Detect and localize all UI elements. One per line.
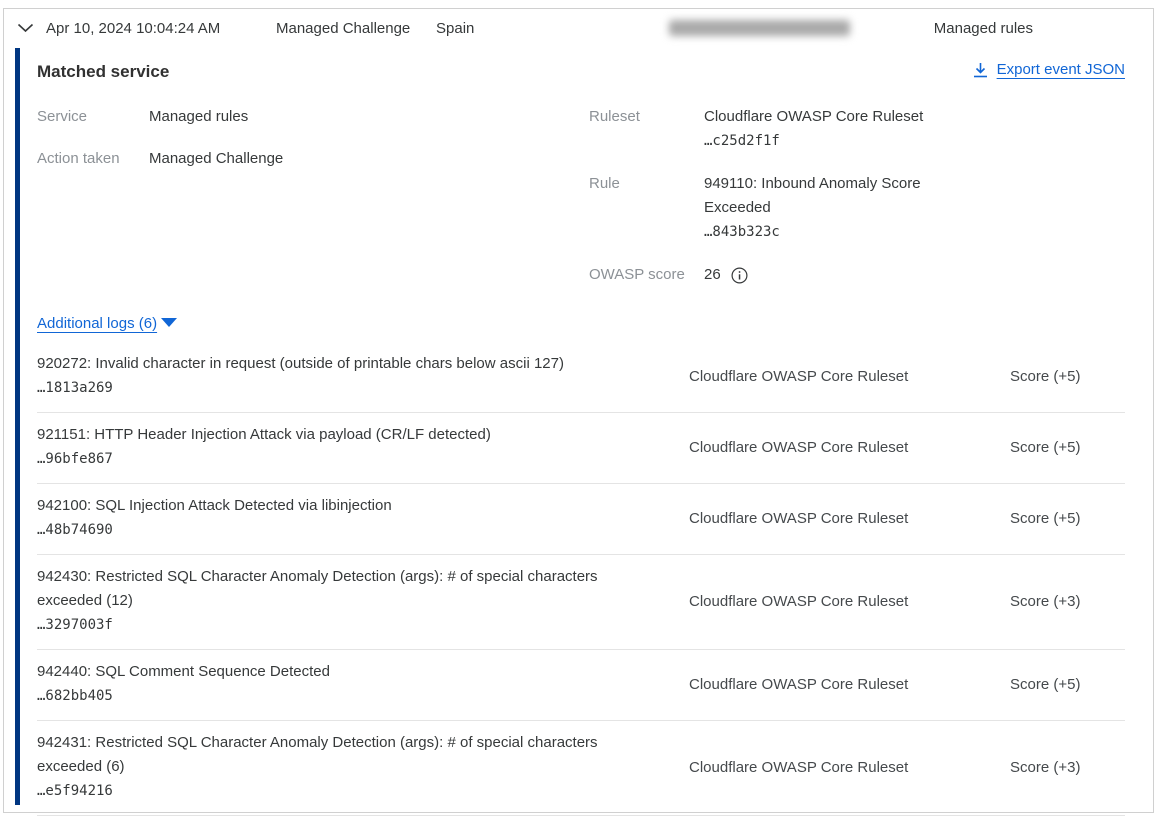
log-score: Score (+3) [1010, 593, 1125, 610]
log-ruleset: Cloudflare OWASP Core Ruleset [689, 510, 939, 527]
log-score: Score (+5) [1010, 368, 1125, 385]
log-description: 942431: Restricted SQL Character Anomaly… [37, 731, 622, 779]
field-rule-label: Rule [589, 172, 704, 245]
field-ruleset-label: Ruleset [589, 105, 704, 154]
event-timestamp: Apr 10, 2024 10:04:24 AM [46, 20, 276, 37]
download-icon [973, 62, 988, 78]
log-description: 921151: HTTP Header Injection Attack via… [37, 423, 622, 447]
event-service: Managed rules [934, 20, 1033, 37]
log-hash: …48b74690 [37, 518, 637, 543]
log-description: 920272: Invalid character in request (ou… [37, 352, 622, 376]
event-country: Spain [436, 20, 669, 37]
event-detail-panel: Matched service Export event JSON Servic… [4, 47, 1153, 813]
log-hash: …1813a269 [37, 376, 637, 401]
expand-toggle[interactable] [4, 23, 46, 33]
field-owasp-score: OWASP score 26 [589, 263, 1125, 287]
log-row: 942100: SQL Injection Attack Detected vi… [37, 484, 1125, 555]
log-description: 942440: SQL Comment Sequence Detected [37, 660, 622, 684]
field-ruleset-hash: …c25d2f1f [704, 129, 923, 154]
field-action-taken: Action taken Managed Challenge [37, 147, 589, 171]
log-description: 942100: SQL Injection Attack Detected vi… [37, 494, 622, 518]
field-ruleset: Ruleset Cloudflare OWASP Core Ruleset …c… [589, 105, 1125, 154]
log-ruleset: Cloudflare OWASP Core Ruleset [689, 368, 939, 385]
log-score: Score (+3) [1010, 759, 1125, 776]
log-score: Score (+5) [1010, 439, 1125, 456]
field-owasp-score-label: OWASP score [589, 263, 704, 287]
log-row: 942430: Restricted SQL Character Anomaly… [37, 555, 1125, 650]
log-score: Score (+5) [1010, 676, 1125, 693]
log-ruleset: Cloudflare OWASP Core Ruleset [689, 593, 939, 610]
firewall-event-card: Apr 10, 2024 10:04:24 AM Managed Challen… [3, 8, 1154, 813]
accent-bar [15, 48, 20, 805]
chevron-down-icon [17, 23, 34, 33]
field-ruleset-value: Cloudflare OWASP Core Ruleset [704, 105, 923, 129]
field-rule-value: 949110: Inbound Anomaly Score Exceeded [704, 172, 942, 220]
log-hash: …3297003f [37, 613, 637, 638]
caret-down-icon[interactable] [161, 318, 177, 327]
field-action-taken-value: Managed Challenge [149, 147, 283, 171]
log-row: 921151: HTTP Header Injection Attack via… [37, 413, 1125, 484]
event-row-header[interactable]: Apr 10, 2024 10:04:24 AM Managed Challen… [4, 9, 1153, 47]
log-row: 942431: Restricted SQL Character Anomaly… [37, 721, 1125, 816]
additional-logs-list: 920272: Invalid character in request (ou… [37, 342, 1125, 816]
log-ruleset: Cloudflare OWASP Core Ruleset [689, 759, 939, 776]
field-rule: Rule 949110: Inbound Anomaly Score Excee… [589, 172, 1125, 245]
log-row: 942440: SQL Comment Sequence Detected …6… [37, 650, 1125, 721]
log-ruleset: Cloudflare OWASP Core Ruleset [689, 439, 939, 456]
log-hash: …96bfe867 [37, 447, 637, 472]
export-event-json-link[interactable]: Export event JSON [973, 59, 1125, 78]
event-action: Managed Challenge [276, 20, 436, 37]
field-action-taken-label: Action taken [37, 147, 149, 171]
log-description: 942430: Restricted SQL Character Anomaly… [37, 565, 622, 613]
log-score: Score (+5) [1010, 510, 1125, 527]
log-hash: …682bb405 [37, 684, 637, 709]
field-rule-hash: …843b323c [704, 220, 942, 245]
panel-title: Matched service [37, 59, 169, 82]
field-service-label: Service [37, 105, 149, 129]
field-service-value: Managed rules [149, 105, 248, 129]
export-event-json-label: Export event JSON [997, 61, 1125, 78]
field-owasp-score-value: 26 [704, 263, 721, 287]
log-ruleset: Cloudflare OWASP Core Ruleset [689, 676, 939, 693]
additional-logs-link[interactable]: Additional logs (6) [37, 315, 157, 332]
redacted-host [669, 20, 850, 36]
info-icon[interactable] [731, 267, 748, 284]
log-hash: …e5f94216 [37, 779, 637, 804]
field-service: Service Managed rules [37, 105, 589, 129]
log-row: 920272: Invalid character in request (ou… [37, 342, 1125, 413]
